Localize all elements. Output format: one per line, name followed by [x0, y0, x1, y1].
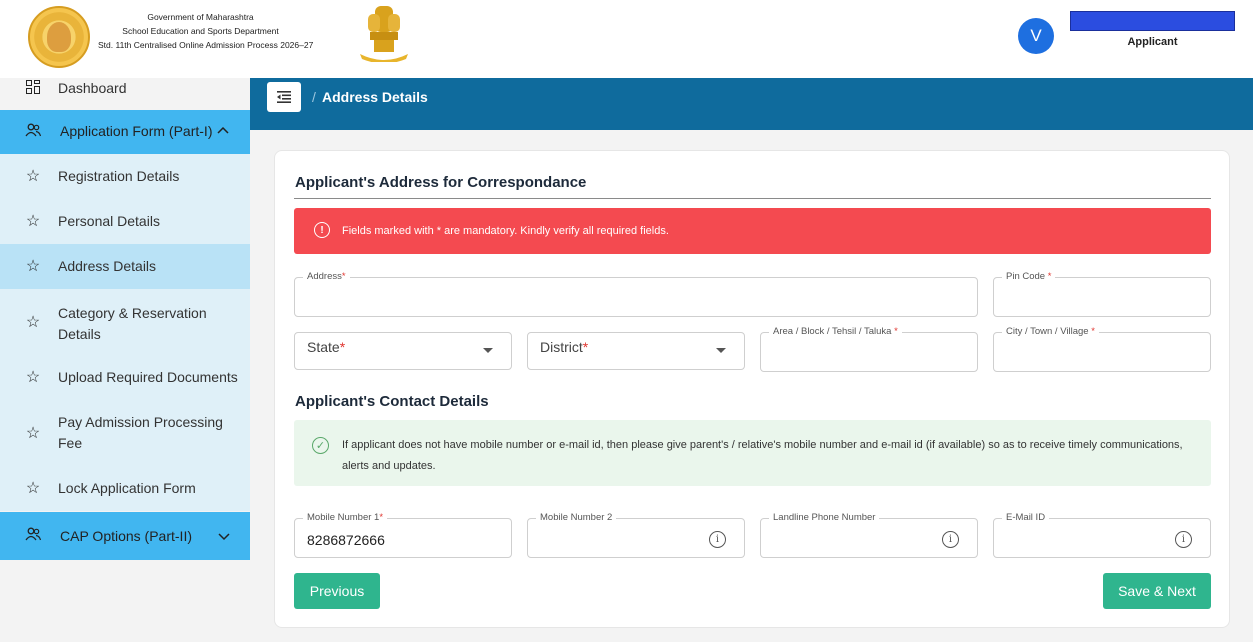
user-avatar[interactable]: V [1018, 18, 1054, 54]
landline-input[interactable]: Landline Phone Number i [760, 512, 978, 558]
mobile2-label: Mobile Number 2 [536, 512, 617, 523]
district-select[interactable]: District* [527, 332, 745, 370]
contact-note-text: If applicant does not have mobile number… [342, 439, 1183, 472]
sidebar-section-application-form[interactable]: Application Form (Part-I) [0, 110, 250, 154]
state-select[interactable]: State* [294, 332, 512, 370]
mobile-number-2-input[interactable]: Mobile Number 2 i [527, 512, 745, 558]
alert-text: Fields marked with * are mandatory. Kind… [342, 225, 669, 237]
email-label: E-Mail ID [1002, 512, 1050, 523]
section-divider [294, 198, 1211, 199]
area-label-text: Area / Block / Tehsil / Taluka [773, 326, 892, 337]
sidebar-item-personal-details[interactable]: ☆ Personal Details [0, 199, 250, 244]
sidebar-item-upload-documents[interactable]: ☆ Upload Required Documents [0, 355, 250, 400]
sidebar-label-personal: Personal Details [58, 213, 160, 229]
chevron-up-icon [217, 123, 229, 137]
alert-circle-icon: ! [314, 222, 330, 238]
sidebar-item-category-reservation[interactable]: ☆ Category & Reservation Details [0, 289, 250, 355]
breadcrumb-separator: / [312, 89, 316, 105]
sidebar-item-lock-form[interactable]: ☆ Lock Application Form [0, 466, 250, 510]
mobile-number-1-input[interactable]: Mobile Number 1* 8286872666 [294, 512, 512, 558]
users-icon [24, 123, 42, 142]
pincode-label: Pin Code * [1002, 271, 1056, 282]
national-emblem-logo [360, 6, 408, 62]
save-next-button[interactable]: Save & Next [1103, 573, 1211, 609]
sidebar-label-lock: Lock Application Form [58, 480, 196, 496]
sidebar-label-address: Address Details [58, 258, 157, 274]
state-label-text: State [307, 339, 340, 355]
info-icon[interactable]: i [942, 531, 959, 548]
info-icon[interactable]: i [709, 531, 726, 548]
required-mark: * [341, 271, 346, 282]
address-input[interactable]: Address* [294, 271, 978, 317]
sidebar-label-application-form: Application Form (Part-I) [60, 123, 213, 139]
sidebar-label-pay-fee: Pay Admission Processing Fee [58, 414, 223, 451]
chevron-down-icon [218, 530, 230, 544]
contact-section-title: Applicant's Contact Details [295, 393, 489, 410]
dropdown-caret-icon [716, 348, 726, 353]
top-header: Government of Maharashtra School Educati… [0, 0, 1253, 78]
landline-label: Landline Phone Number [769, 512, 880, 523]
pincode-input[interactable]: Pin Code * [993, 271, 1211, 317]
breadcrumb-current: Address Details [322, 89, 428, 105]
star-icon: ☆ [25, 213, 41, 230]
sidebar-item-registration-details[interactable]: ☆ Registration Details [0, 154, 250, 199]
gov-line-3: Std. 11th Centralised Online Admission P… [98, 40, 314, 50]
sidebar-label-registration: Registration Details [58, 168, 180, 184]
address-label-text: Address [307, 271, 342, 282]
star-icon: ☆ [25, 425, 41, 442]
users-icon [24, 527, 42, 546]
address-section-title: Applicant's Address for Correspondance [295, 174, 587, 191]
sidebar-label-upload: Upload Required Documents [58, 369, 238, 385]
gov-line-2: School Education and Sports Department [122, 26, 279, 36]
required-mark: * [379, 512, 384, 523]
star-icon: ☆ [25, 369, 41, 386]
required-mark: * [894, 326, 898, 337]
mobile1-label-text: Mobile Number 1 [307, 512, 380, 523]
area-label: Area / Block / Tehsil / Taluka * [769, 326, 902, 337]
gov-line-1: Government of Maharashtra [147, 12, 254, 22]
required-mark: * [1091, 326, 1095, 337]
contact-info-note: ✓ If applicant does not have mobile numb… [294, 420, 1211, 486]
mobile1-value: 8286872666 [307, 532, 385, 548]
government-title: Government of Maharashtra School Educati… [98, 10, 313, 52]
mobile1-label: Mobile Number 1* [303, 512, 388, 523]
menu-collapse-icon [277, 91, 291, 103]
user-name-redacted [1070, 11, 1235, 31]
sidebar-item-dashboard[interactable]: Dashboard [0, 78, 250, 100]
star-icon: ☆ [25, 480, 41, 497]
email-input[interactable]: E-Mail ID i [993, 512, 1211, 558]
user-role: Applicant [1127, 36, 1178, 48]
sidebar-label-dashboard: Dashboard [58, 80, 127, 96]
sidebar-section-cap-options[interactable]: CAP Options (Part-II) [0, 512, 250, 560]
district-label-text: District [540, 339, 583, 355]
star-icon: ☆ [25, 314, 41, 331]
required-mark: * [339, 339, 346, 355]
sidebar-label-category: Category & Reservation Details [58, 305, 207, 342]
maharashtra-seal-logo [28, 6, 90, 68]
sidebar-label-cap-options: CAP Options (Part-II) [60, 528, 193, 544]
dashboard-grid-icon [24, 80, 42, 99]
mandatory-fields-alert: ! Fields marked with * are mandatory. Ki… [294, 208, 1211, 254]
district-placeholder: District* [540, 339, 588, 355]
required-mark: * [582, 339, 589, 355]
sidebar-item-pay-fee[interactable]: ☆ Pay Admission Processing Fee [0, 400, 250, 466]
pincode-label-text: Pin Code [1006, 271, 1046, 282]
city-label-text: City / Town / Village [1006, 326, 1089, 337]
city-label: City / Town / Village * [1002, 326, 1099, 337]
state-placeholder: State* [307, 339, 345, 355]
previous-button[interactable]: Previous [294, 573, 380, 609]
city-input[interactable]: City / Town / Village * [993, 326, 1211, 372]
info-icon[interactable]: i [1175, 531, 1192, 548]
sidebar-toggle-button[interactable] [267, 82, 301, 112]
required-mark: * [1047, 271, 1052, 282]
star-icon: ☆ [25, 258, 41, 275]
dropdown-caret-icon [483, 348, 493, 353]
address-label: Address* [303, 271, 350, 282]
area-input[interactable]: Area / Block / Tehsil / Taluka * [760, 326, 978, 372]
star-icon: ☆ [25, 168, 41, 185]
sidebar-item-address-details[interactable]: ☆ Address Details [0, 244, 250, 289]
check-circle-icon: ✓ [312, 437, 329, 454]
